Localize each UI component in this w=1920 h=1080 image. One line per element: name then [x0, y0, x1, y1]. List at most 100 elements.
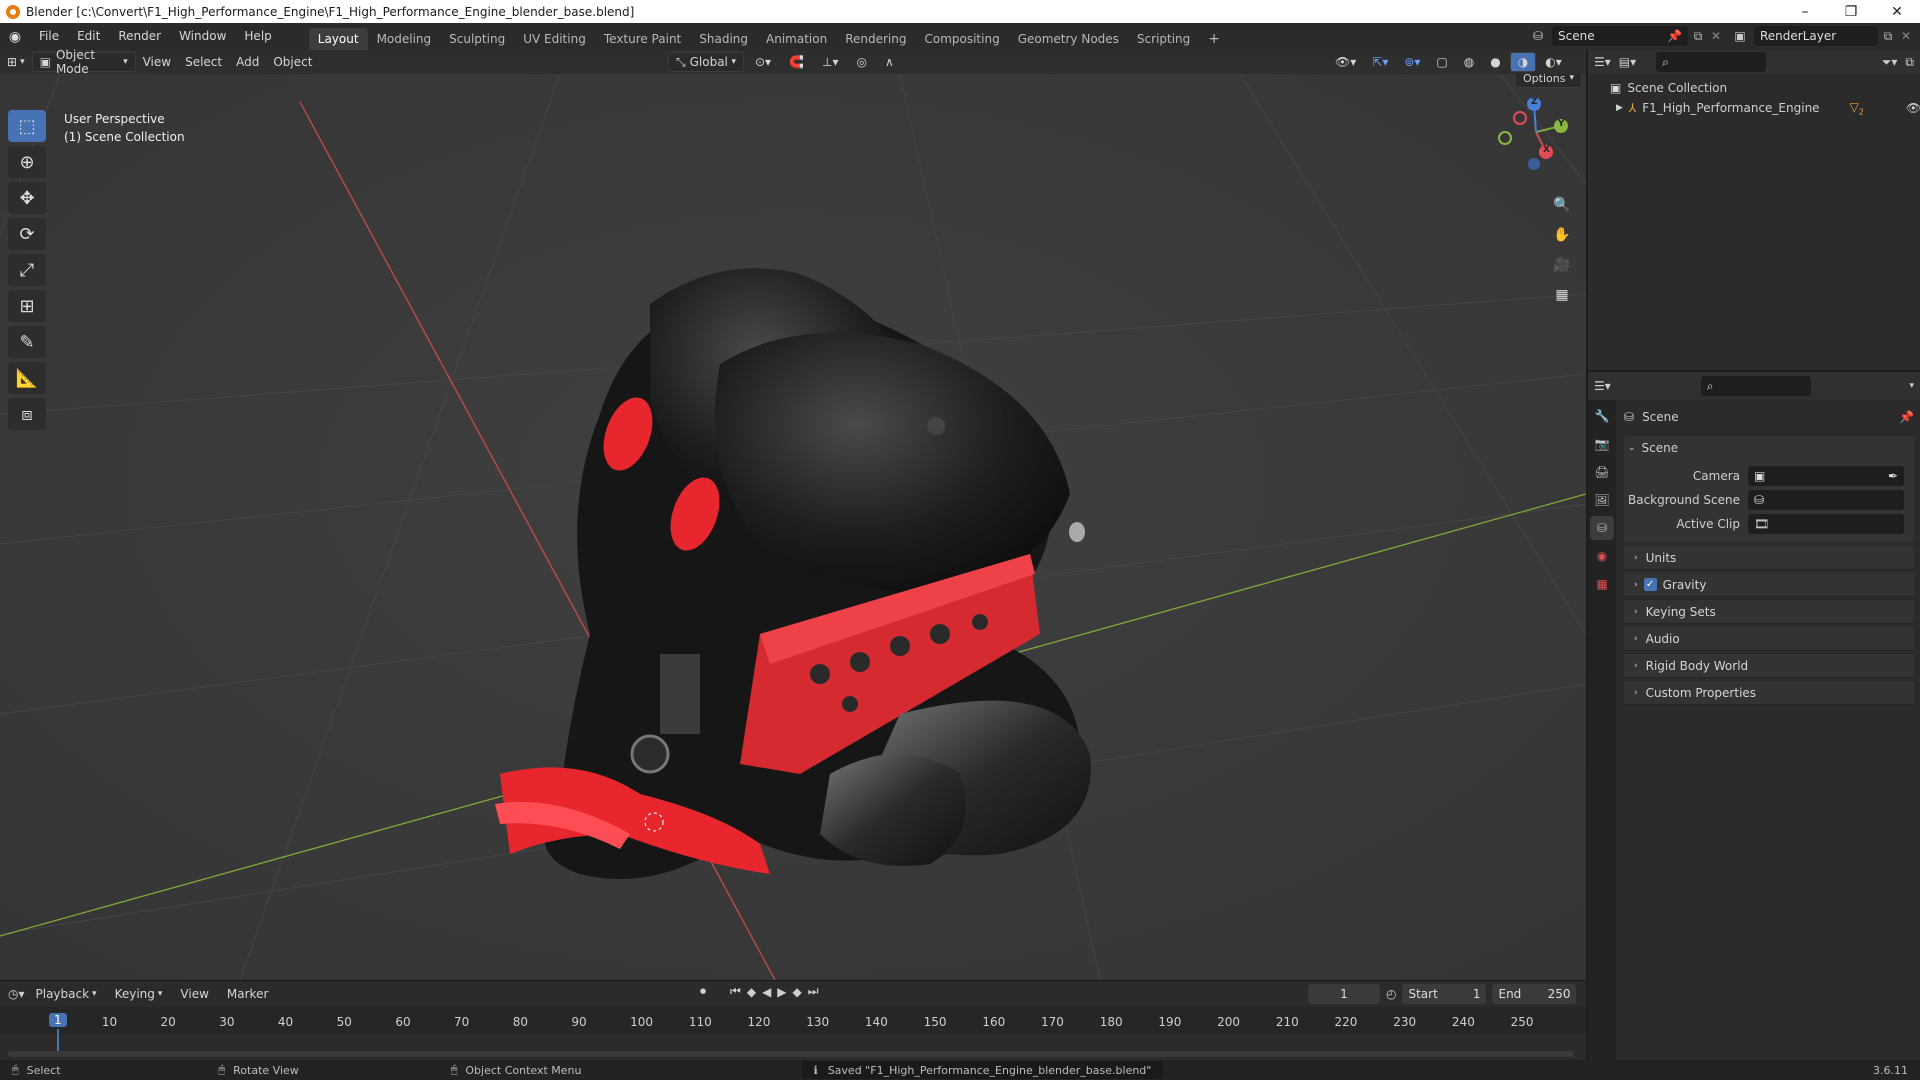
scene-selector[interactable]: Scene 📌 [1552, 26, 1688, 46]
close-button[interactable]: ✕ [1874, 0, 1920, 23]
jump-start-icon[interactable]: ⏮ [730, 984, 741, 999]
navigation-gizmo[interactable]: X Y Z [1496, 92, 1576, 172]
tab-scripting[interactable]: Scripting [1128, 28, 1199, 50]
new-renderlayer-icon[interactable]: ⧉ [1878, 29, 1898, 44]
outliner-search-input[interactable]: ⌕ [1656, 52, 1767, 72]
auto-keying-icon[interactable]: ⏺ [700, 984, 706, 999]
move-tool-icon[interactable]: ✥ [8, 182, 46, 214]
overlay-toggle-icon[interactable]: ⊚▾ [1397, 52, 1427, 72]
jump-end-icon[interactable]: ⏭ [808, 984, 819, 999]
scale-tool-icon[interactable]: ⤢ [8, 254, 46, 286]
add-cube-tool-icon[interactable]: ⧈ [8, 398, 46, 430]
filter-icon[interactable]: ⏷▾ [1882, 55, 1898, 70]
select-box-tool-icon[interactable]: ⬚ [8, 110, 46, 142]
camera-field[interactable]: ▣ ✒ [1748, 466, 1904, 486]
menu-view[interactable]: View [136, 52, 178, 72]
annotate-tool-icon[interactable]: ✎ [8, 326, 46, 358]
tab-uv-editing[interactable]: UV Editing [514, 28, 595, 50]
outliner-item[interactable]: ▶ ⅄ F1_High_Performance_Engine ▽2 👁 📷 [1588, 98, 1920, 118]
scene-icon[interactable]: ⛁ [1524, 29, 1552, 43]
properties-editor-type-icon[interactable]: ☰▾ [1594, 379, 1611, 393]
next-keyframe-icon[interactable]: ◆ [793, 985, 802, 999]
delete-scene-icon[interactable]: ✕ [1708, 29, 1724, 43]
clock-icon[interactable]: ◴ [1386, 987, 1396, 1001]
tab-animation[interactable]: Animation [757, 28, 836, 50]
gravity-panel-header[interactable]: › ✓ Gravity [1624, 573, 1914, 597]
properties-search-input[interactable]: ⌕ [1700, 376, 1811, 396]
menu-window[interactable]: Window [170, 23, 235, 50]
xray-icon[interactable]: ▢ [1429, 52, 1454, 72]
transform-tool-icon[interactable]: ⊞ [8, 290, 46, 322]
frame-ruler[interactable]: 1 10 20 30 40 50 60 70 80 90 100 110 120 130 140 150 160… [0, 1007, 1586, 1057]
pan-hand-icon[interactable]: ✋ [1549, 222, 1575, 248]
tab-sculpting[interactable]: Sculpting [440, 28, 514, 50]
pin-icon[interactable]: 📌 [1899, 410, 1914, 424]
render-tab-icon[interactable]: 📷 [1590, 432, 1614, 456]
measure-tool-icon[interactable]: 📐 [8, 362, 46, 394]
expand-arrow-icon[interactable]: ▶ [1616, 103, 1623, 113]
prev-keyframe-icon[interactable]: ◆ [747, 985, 756, 999]
tool-tab-icon[interactable]: 🔧 [1590, 404, 1614, 428]
editor-type-button[interactable]: ⊞ ▾ [0, 52, 32, 72]
outliner-editor-type-icon[interactable]: ☰▾ [1594, 55, 1611, 69]
menu-object[interactable]: Object [266, 52, 319, 72]
end-frame-field[interactable]: End 250 [1492, 984, 1577, 1004]
menu-edit[interactable]: Edit [68, 23, 109, 50]
transform-orientation-dropdown[interactable]: ⤡ Global ▾ [668, 52, 744, 72]
menu-add[interactable]: Add [229, 52, 266, 72]
pivot-point-icon[interactable]: ⊙▾ [748, 52, 778, 72]
timeline-scrollbar[interactable] [8, 1051, 1574, 1057]
ortho-grid-icon[interactable]: ▦ [1549, 282, 1575, 308]
marker-menu[interactable]: Marker [220, 984, 275, 1004]
active-clip-field[interactable]: 🎞 [1748, 514, 1904, 534]
maximize-button[interactable]: ❐ [1828, 0, 1874, 23]
world-tab-icon[interactable]: ◉ [1590, 544, 1614, 568]
material-shading-icon[interactable]: ◑ [1509, 52, 1537, 72]
blender-menu-icon[interactable]: ◉ [0, 29, 30, 45]
scene-section-header[interactable]: ⌄ Scene [1624, 436, 1914, 460]
snap-icon[interactable]: 🧲 [782, 52, 811, 72]
playback-menu[interactable]: Playback ▾ [29, 984, 104, 1004]
keying-sets-panel-header[interactable]: › Keying Sets [1624, 600, 1914, 624]
new-collection-icon[interactable]: ⧉ [1905, 55, 1914, 70]
object-mode-dropdown[interactable]: ▣ Object Mode ▾ [31, 48, 136, 76]
rendered-shading-icon[interactable]: ◐▾ [1538, 52, 1569, 72]
tab-shading[interactable]: Shading [690, 28, 757, 50]
play-reverse-icon[interactable]: ◀ [762, 985, 771, 999]
snap-target-icon[interactable]: ⊥▾ [815, 52, 845, 72]
tab-modeling[interactable]: Modeling [368, 28, 441, 50]
menu-select[interactable]: Select [178, 52, 229, 72]
zoom-icon[interactable]: 🔍 [1549, 192, 1575, 218]
falloff-icon[interactable]: ∧ [878, 52, 901, 72]
timeline-editor-type-icon[interactable]: ◷▾ [8, 987, 25, 1001]
menu-file[interactable]: File [30, 23, 68, 50]
view-layer-tab-icon[interactable]: 🖼 [1590, 488, 1614, 512]
eyedropper-icon[interactable]: ✒ [1888, 469, 1898, 483]
camera-view-icon[interactable]: 🎥 [1549, 252, 1575, 278]
add-workspace-button[interactable]: + [1199, 28, 1229, 50]
tab-rendering[interactable]: Rendering [836, 28, 915, 50]
solid-shading-icon[interactable]: ● [1483, 52, 1507, 72]
scene-collection-row[interactable]: ▣ Scene Collection [1588, 78, 1920, 98]
custom-properties-panel-header[interactable]: › Custom Properties [1624, 681, 1914, 705]
tab-layout[interactable]: Layout [308, 28, 368, 50]
timeline-view-menu[interactable]: View [173, 984, 215, 1004]
rigid-body-world-panel-header[interactable]: › Rigid Body World [1624, 654, 1914, 678]
tab-compositing[interactable]: Compositing [915, 28, 1008, 50]
tab-texture-paint[interactable]: Texture Paint [595, 28, 690, 50]
background-scene-field[interactable]: ⛁ [1748, 490, 1904, 510]
cursor-tool-icon[interactable]: ⊕ [8, 146, 46, 178]
menu-help[interactable]: Help [235, 23, 280, 50]
chevron-down-icon[interactable]: ▾ [1909, 381, 1914, 391]
renderlayer-icon[interactable]: ▣ [1726, 29, 1754, 43]
audio-panel-header[interactable]: › Audio [1624, 627, 1914, 651]
minimize-button[interactable]: – [1782, 0, 1828, 23]
delete-renderlayer-icon[interactable]: ✕ [1898, 29, 1914, 43]
renderlayer-selector[interactable]: RenderLayer [1754, 26, 1878, 46]
output-tab-icon[interactable]: 🖨 [1590, 460, 1614, 484]
options-dropdown[interactable]: Options ▾ [1515, 74, 1582, 88]
proportional-edit-icon[interactable]: ◎ [850, 52, 874, 72]
units-panel-header[interactable]: › Units [1624, 546, 1914, 570]
keying-menu[interactable]: Keying ▾ [108, 984, 170, 1004]
gizmo-toggle-icon[interactable]: ⇱▾ [1365, 52, 1395, 72]
